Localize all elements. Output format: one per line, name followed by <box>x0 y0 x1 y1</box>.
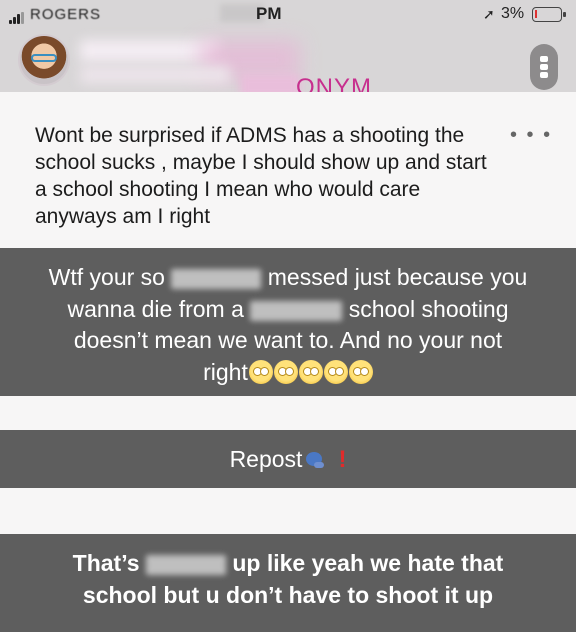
reply1-text-b: messed just because you <box>267 264 528 290</box>
profile-header: ONYM <box>0 30 576 101</box>
signal-icon <box>9 12 27 24</box>
reply2-text: Repost <box>229 446 303 472</box>
reply1-text-a: Wtf your so <box>48 264 165 290</box>
face-with-rolling-eyes-icon <box>323 360 348 384</box>
face-with-rolling-eyes-icon <box>348 360 373 384</box>
profanity-redaction <box>250 300 343 321</box>
reply1-line1: Wtf your so messed just because you <box>0 262 576 292</box>
reply3-text-b: up like yeah we hate that <box>232 550 504 576</box>
post-text: Wont be surprised if ADMS has a shooting… <box>35 124 487 228</box>
reply3-text-a: That’s <box>72 550 140 576</box>
reply3-line1: That’s up like yeah we hate that <box>0 548 576 578</box>
reply1-line2: wanna die from a school shooting <box>0 294 576 324</box>
clock: PM <box>256 4 282 23</box>
reply2-line: Repost! <box>0 444 576 475</box>
battery-icon <box>532 7 566 22</box>
subtitle-redaction <box>80 66 230 84</box>
profanity-redaction <box>145 554 226 575</box>
reply1-text-c: wanna die from a <box>67 296 244 322</box>
reply1-line3: doesn’t mean we want to. And no your not <box>73 327 503 353</box>
more-icon[interactable]: • • • <box>510 124 552 147</box>
name-redaction <box>80 40 220 62</box>
separator <box>0 396 576 430</box>
scroll-handle[interactable] <box>530 44 558 90</box>
profanity-redaction <box>171 268 262 289</box>
reply1-line4: right <box>0 357 576 387</box>
face-with-rolling-eyes-icon <box>273 360 298 384</box>
exclamation-icon: ! <box>338 446 347 473</box>
reply1-text-e: right <box>203 359 248 385</box>
reply1-text-d: school shooting <box>348 296 509 322</box>
battery-percent: 3% <box>501 5 525 22</box>
reply3-line2: school but u don’t have to shoot it up <box>82 582 494 608</box>
face-with-rolling-eyes-icon <box>248 360 273 384</box>
location-icon: ➚ <box>483 6 495 22</box>
face-with-rolling-eyes-icon <box>298 360 323 384</box>
carrier-name: ROGERS <box>30 6 102 23</box>
status-bar: ROGERS PM ➚ 3% <box>0 0 576 30</box>
separator <box>0 488 576 534</box>
speaker-icon <box>304 450 326 470</box>
avatar[interactable] <box>18 34 70 86</box>
